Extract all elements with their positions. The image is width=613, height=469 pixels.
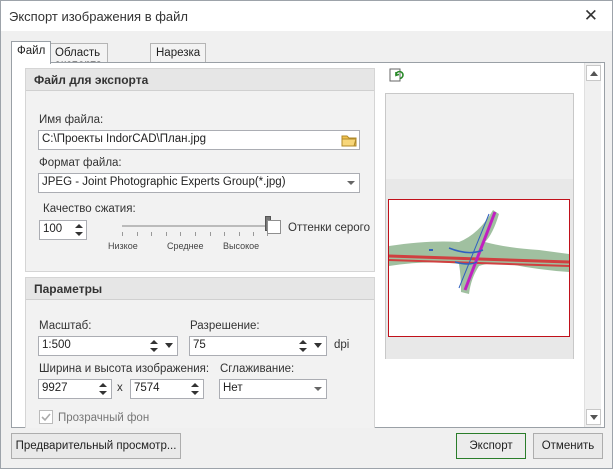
- quality-value: 100: [43, 223, 63, 235]
- parameters-group-header: Параметры: [26, 278, 374, 300]
- tab-slicing[interactable]: Нарезка: [150, 43, 207, 63]
- resolution-combo[interactable]: 75: [189, 336, 327, 356]
- grayscale-checkbox[interactable]: [267, 220, 281, 234]
- resolution-value: 75: [193, 339, 206, 351]
- preview-image: [388, 199, 570, 337]
- filename-value: C:\Проекты IndorCAD\План.jpg: [42, 133, 206, 145]
- spin-up-icon[interactable]: [191, 383, 199, 387]
- scale-label: Масштаб:: [39, 320, 92, 332]
- spin-down-icon[interactable]: [99, 391, 107, 395]
- filename-label: Имя файла:: [39, 114, 104, 126]
- smoothing-label: Сглаживание:: [220, 363, 295, 375]
- export-button[interactable]: Экспорт: [456, 433, 526, 459]
- slider-label-high: Высокое: [223, 241, 260, 251]
- tab-export-area[interactable]: Область экспорта: [49, 43, 109, 71]
- times-sign: x: [117, 382, 123, 394]
- width-spinner[interactable]: 9927: [38, 379, 112, 399]
- quality-label: Качество сжатия:: [43, 203, 136, 215]
- format-select[interactable]: JPEG - Joint Photographic Experts Group(…: [38, 173, 360, 193]
- scale-combo[interactable]: 1:500: [38, 336, 178, 356]
- scroll-up-button[interactable]: [586, 65, 601, 81]
- export-dialog: Экспорт изображения в файл ✕ Файл Област…: [0, 0, 613, 469]
- map-preview-drawing: [389, 210, 569, 294]
- spin-down-icon[interactable]: [191, 391, 199, 395]
- title-bar: Экспорт изображения в файл ✕: [1, 1, 612, 31]
- export-file-group-header: Файл для экспорта: [26, 69, 374, 91]
- spin-up-icon[interactable]: [75, 224, 83, 228]
- chevron-down-icon[interactable]: [314, 343, 322, 348]
- smoothing-select[interactable]: Нет: [219, 379, 327, 399]
- spin-up-icon[interactable]: [150, 340, 158, 344]
- transparent-bg-label: Прозрачный фон: [58, 412, 150, 424]
- grayscale-label: Оттенки серого: [288, 222, 371, 234]
- quality-slider-ticks: [122, 232, 268, 236]
- scroll-down-button[interactable]: [586, 409, 601, 425]
- height-spinner[interactable]: 7574: [130, 379, 204, 399]
- folder-open-icon[interactable]: [340, 132, 358, 148]
- format-label: Формат файла:: [39, 157, 122, 169]
- resolution-label: Разрешение:: [190, 320, 260, 332]
- chevron-down-icon: [314, 387, 322, 391]
- chevron-down-icon: [347, 181, 355, 185]
- transparent-bg-checkbox[interactable]: [39, 410, 53, 424]
- preview-button[interactable]: Предварительный просмотр...: [11, 433, 181, 459]
- dpi-unit: dpi: [334, 339, 350, 351]
- vertical-scrollbar[interactable]: [584, 63, 601, 427]
- width-value: 9927: [42, 382, 68, 394]
- spin-down-icon[interactable]: [150, 348, 158, 352]
- smoothing-value: Нет: [223, 382, 243, 394]
- spin-up-icon[interactable]: [299, 340, 307, 344]
- refresh-preview-icon[interactable]: [388, 67, 404, 83]
- filename-input[interactable]: C:\Проекты IndorCAD\План.jpg: [38, 130, 360, 150]
- quality-slider-track[interactable]: [122, 225, 268, 227]
- slider-label-low: Низкое: [108, 241, 138, 251]
- format-value: JPEG - Joint Photographic Experts Group(…: [42, 176, 286, 188]
- image-size-label: Ширина и высота изображения:: [39, 363, 210, 375]
- settings-scroll-area: Файл для экспорта Имя файла: C:\Проекты …: [25, 68, 375, 428]
- window-title: Экспорт изображения в файл: [9, 9, 188, 24]
- parameters-group: Параметры Масштаб: 1:500 Разрешение: 75 …: [25, 277, 375, 428]
- tab-panel-file: Файл для экспорта Имя файла: C:\Проекты …: [11, 62, 605, 428]
- close-icon[interactable]: ✕: [584, 7, 598, 24]
- cancel-button[interactable]: Отменить: [533, 433, 603, 459]
- spin-down-icon[interactable]: [299, 348, 307, 352]
- spin-up-icon[interactable]: [99, 383, 107, 387]
- height-value: 7574: [134, 382, 160, 394]
- chevron-up-icon: [590, 71, 598, 76]
- tab-file[interactable]: Файл: [11, 41, 52, 64]
- scale-value: 1:500: [42, 339, 71, 351]
- chevron-down-icon[interactable]: [165, 343, 173, 348]
- spin-down-icon[interactable]: [75, 232, 83, 236]
- slider-label-mid: Среднее: [167, 241, 204, 251]
- quality-spinner[interactable]: 100: [39, 220, 87, 240]
- export-file-group: Файл для экспорта Имя файла: C:\Проекты …: [25, 68, 375, 272]
- chevron-down-icon: [590, 415, 598, 420]
